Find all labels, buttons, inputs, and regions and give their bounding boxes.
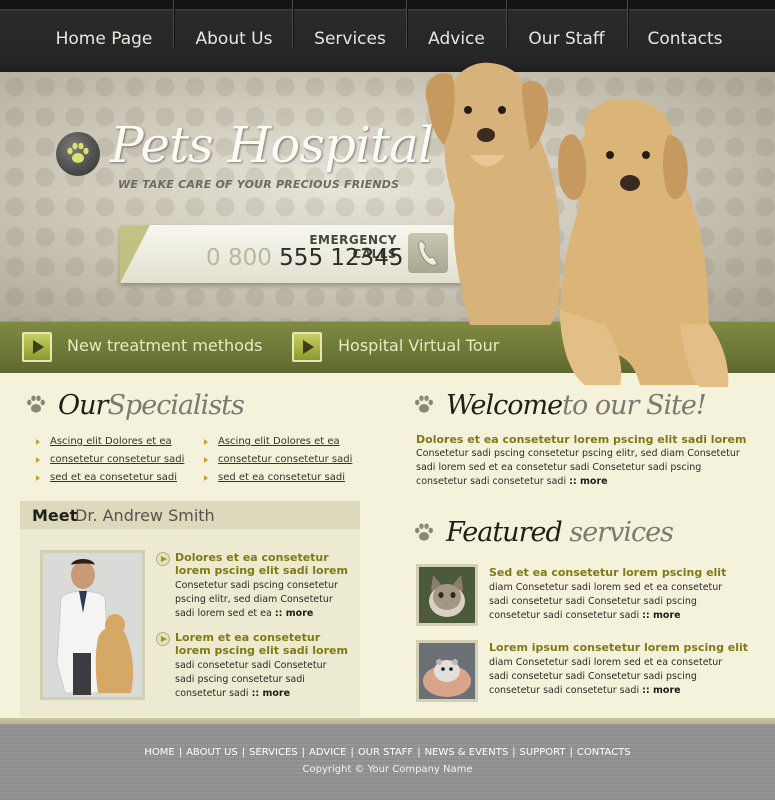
more-link[interactable]: :: more [642,685,680,696]
footer-link-services[interactable]: SERVICES [249,747,298,758]
arrow-right-icon[interactable] [292,332,322,362]
nav-separator [627,0,628,48]
footer-link-contacts[interactable]: CONTACTS [577,747,631,758]
footer-link-news-events[interactable]: NEWS & EVENTS [425,747,509,758]
footer-link-about-us[interactable]: ABOUT US [186,747,238,758]
doctor-photo [40,550,145,700]
more-link[interactable]: :: more [642,610,680,621]
specialist-link[interactable]: Ascing elit Dolores et ea [50,436,172,447]
heading-light: services [569,517,674,548]
featured-item-title[interactable]: Lorem ipsum consetetur lorem pscing elit [489,641,748,654]
nav-services[interactable]: Services [295,12,405,64]
specialist-link[interactable]: consetetur consetetur sadi [218,454,352,465]
meet-item-text: Consetetur sadi pscing consetetur pscing… [175,579,347,621]
paw-icon [27,395,45,413]
footer [0,724,775,800]
more-link[interactable]: :: more [275,608,313,619]
our-specialists-heading: OurSpecialists [58,390,245,421]
new-treatment-methods-link[interactable]: New treatment methods [67,336,262,355]
featured-item-title[interactable]: Sed et ea consetetur lorem pscing elit [489,566,726,579]
site-logo-title[interactable]: Pets Hospital [110,116,434,174]
more-link[interactable]: :: more [569,476,607,487]
nav-separator [292,0,293,48]
nav-top-edge [0,0,775,9]
bullet-icon [204,457,208,463]
paw-icon [415,395,433,413]
kitten-thumbnail[interactable] [416,564,478,626]
doctor-name: Dr. Andrew Smith [75,506,215,525]
meet-label: Meet [32,506,78,525]
nav-separator [406,0,407,48]
banner-fold [120,225,150,283]
bullet-icon [36,439,40,445]
footer-separator: | [417,747,421,758]
nav-separator [173,0,174,48]
featured-services-heading: Featured services [446,517,674,548]
bullet-icon [36,457,40,463]
footer-link-support[interactable]: SUPPORT [520,747,566,758]
specialist-link[interactable]: sed et ea consetetur sadi [218,472,345,483]
paw-icon [415,523,433,541]
bullet-icon [204,475,208,481]
meet-item-body: Consetetur sadi pscing consetetur pscing… [175,580,338,619]
golden-retrievers-image [410,55,740,395]
site-tagline: WE TAKE CARE OF YOUR PRECIOUS FRIENDS [118,178,400,191]
specialist-link[interactable]: sed et ea consetetur sadi [50,472,177,483]
heading-dark: Our [58,390,108,421]
meet-item-text: sadi consetetur sadi Consetetur sadi psc… [175,659,347,701]
bullet-icon [36,475,40,481]
heading-dark: Featured [446,517,563,548]
footer-nav: HOME | ABOUT US | SERVICES | ADVICE | OUR STAFF |… [0,747,775,758]
welcome-text: Consetetur sadi pscing consetetur pscing… [416,447,746,489]
arrow-right-icon[interactable] [22,332,52,362]
nav-separator [506,0,507,48]
featured-item-body: diam Consetetur sadi lorem sed et ea con… [489,657,723,696]
phone-prefix: 0 800 [206,245,272,271]
featured-item-body: diam Consetetur sadi lorem sed et ea con… [489,582,723,621]
footer-separator: | [178,747,183,758]
phone-main-number: 555 12345 [279,245,404,271]
footer-link-our-staff[interactable]: OUR STAFF [358,747,413,758]
nav-home-page[interactable]: Home Page [38,12,170,64]
meet-item-title[interactable]: Lorem et ea consetetur lorem pscing elit… [175,631,350,657]
footer-separator: | [350,747,354,758]
footer-separator: | [241,747,246,758]
footer-link-home[interactable]: HOME [144,747,174,758]
featured-item-text: diam Consetetur sadi lorem sed et ea con… [489,581,739,623]
footer-separator: | [569,747,573,758]
featured-item-text: diam Consetetur sadi lorem sed et ea con… [489,656,739,698]
footer-separator: | [512,747,516,758]
copyright-text: Copyright © Your Company Name [302,764,473,775]
bullet-icon [204,439,208,445]
arrow-bullet-icon [156,632,170,646]
meet-item-title[interactable]: Dolores et ea consetetur lorem pscing el… [175,551,350,577]
specialist-link[interactable]: consetetur consetetur sadi [50,454,184,465]
hamster-thumbnail[interactable] [416,640,478,702]
emergency-phone-number: 0 800 555 12345 [206,245,404,271]
welcome-subtitle: Dolores et ea consetetur lorem pscing el… [416,433,747,446]
heading-light: Specialists [107,390,244,421]
nav-about-us[interactable]: About Us [176,12,292,64]
paw-logo-icon [56,132,100,176]
specialist-link[interactable]: Ascing elit Dolores et ea [218,436,340,447]
more-link[interactable]: :: more [252,688,290,699]
footer-separator: | [301,747,305,758]
footer-link-advice[interactable]: ADVICE [309,747,346,758]
arrow-bullet-icon [156,552,170,566]
